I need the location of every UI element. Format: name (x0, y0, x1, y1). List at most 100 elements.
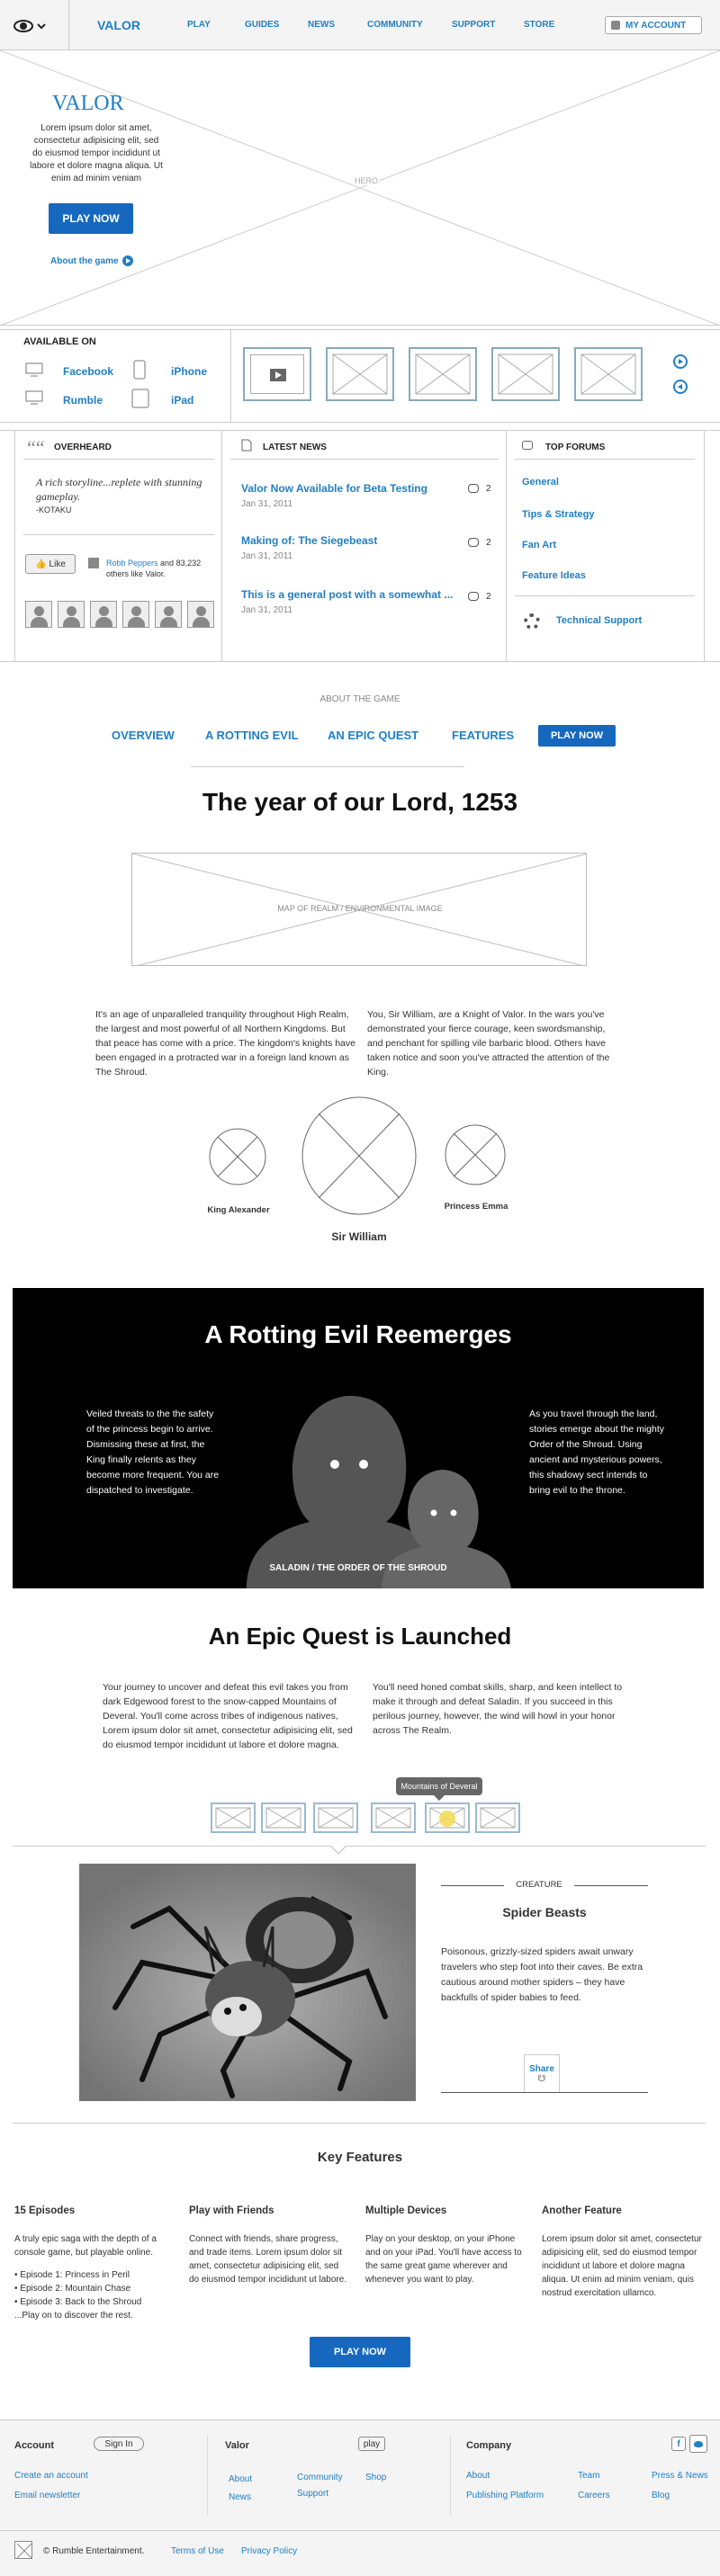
avatar[interactable] (187, 601, 214, 628)
character-name-william: Sir William (331, 1230, 387, 1243)
twitter-social-button[interactable] (689, 2435, 707, 2453)
news-title[interactable]: This is a general post with a somewhat .… (241, 588, 466, 601)
avatar[interactable] (58, 601, 85, 628)
footer-link-news[interactable]: News (229, 2492, 251, 2502)
feature-list-item: • Episode 3: Back to the Shroud (14, 2297, 142, 2307)
news-item[interactable]: Making of: The Siegebeast Jan 31, 2011 (241, 534, 493, 561)
like-count: Robb Peppers and 83,232 others like Valo… (106, 558, 214, 579)
news-item[interactable]: Valor Now Available for Beta Testing Jan… (241, 482, 493, 509)
friend-link[interactable]: Robb Peppers (106, 559, 158, 568)
tab-epic-quest[interactable]: AN EPIC QUEST (328, 729, 418, 742)
community-panels: ““ OVERHEARD A rich storyline...replete … (0, 423, 720, 662)
privacy-link[interactable]: Privacy Policy (241, 2546, 297, 2556)
nav-store[interactable]: STORE (524, 20, 554, 30)
avatar[interactable] (122, 601, 149, 628)
sign-in-button[interactable]: Sign In (94, 2437, 144, 2451)
news-title[interactable]: Valor Now Available for Beta Testing (241, 482, 493, 495)
media-thumbnail[interactable] (409, 347, 477, 401)
footer-link-support[interactable]: Support (297, 2489, 328, 2499)
footer-company-careers[interactable]: Careers (578, 2491, 610, 2500)
forum-link-fanart[interactable]: Fan Art (522, 540, 556, 550)
hand-cursor-icon (439, 1811, 455, 1827)
nav-news[interactable]: NEWS (308, 20, 335, 30)
share-button[interactable]: Share ☋ (524, 2054, 560, 2092)
feature-title: Play with Friends (189, 2205, 274, 2216)
nav-brand[interactable]: VALOR (97, 18, 140, 32)
tab-overview[interactable]: OVERVIEW (112, 729, 175, 742)
news-date: Jan 31, 2011 (241, 605, 293, 615)
nav-support[interactable]: SUPPORT (452, 20, 495, 30)
footer-company-about[interactable]: About (466, 2471, 490, 2481)
carousel-next-button[interactable] (673, 354, 688, 369)
footer-company-press[interactable]: Press & News (652, 2471, 708, 2481)
avatar[interactable] (155, 601, 182, 628)
avatar[interactable] (25, 601, 52, 628)
avatar[interactable] (90, 601, 117, 628)
platform-facebook[interactable]: Facebook (63, 365, 113, 378)
feature-text: Play on your desktop, on your iPhone and… (365, 2234, 522, 2285)
footer-link-shop[interactable]: Shop (365, 2473, 386, 2482)
play-badge[interactable]: play (358, 2437, 385, 2451)
features-title: Key Features (317, 2150, 403, 2165)
facebook-like-button[interactable]: 👍 Like (25, 554, 76, 574)
quest-text-2: You'll need honed combat skills, sharp, … (373, 1682, 623, 1736)
character-portrait-william (302, 1096, 417, 1215)
features-play-button[interactable]: PLAY NOW (310, 2337, 410, 2367)
platform-rumble[interactable]: Rumble (63, 394, 103, 407)
overheard-source: -KOTAKU (36, 505, 72, 514)
technical-support-link[interactable]: Technical Support (556, 615, 642, 626)
footer-valor-heading: Valor (225, 2440, 249, 2451)
platform-iphone[interactable]: iPhone (171, 365, 207, 378)
document-icon (241, 439, 252, 452)
hero-play-button[interactable]: PLAY NOW (49, 203, 133, 234)
tab-features[interactable]: FEATURES (452, 729, 514, 742)
forum-link-general[interactable]: General (522, 477, 559, 487)
available-on-section: AVAILABLE ON Facebook iPhone Rumble iPad (0, 326, 720, 423)
tablet-icon (131, 389, 149, 408)
evil-right-text: As you travel through the land, stories … (529, 1409, 664, 1496)
phone-icon (133, 360, 146, 380)
media-thumbnail[interactable] (574, 347, 643, 401)
footer-company-blog[interactable]: Blog (652, 2491, 670, 2500)
forum-link-ideas[interactable]: Feature Ideas (522, 570, 586, 581)
footer-link-about[interactable]: About (229, 2474, 252, 2484)
my-account-button[interactable]: MY ACCOUNT (605, 16, 702, 34)
forum-link-tips[interactable]: Tips & Strategy (522, 509, 595, 520)
location-thumbnail[interactable] (313, 1802, 358, 1833)
hero-title: VALOR (52, 92, 124, 115)
tab-rotting-evil[interactable]: A ROTTING EVIL (205, 729, 299, 742)
location-thumbnail-active[interactable] (425, 1802, 470, 1833)
video-thumbnail[interactable] (243, 347, 311, 401)
news-item[interactable]: This is a general post with a somewhat .… (241, 588, 466, 615)
news-title[interactable]: Making of: The Siegebeast (241, 534, 493, 547)
eye-logo-icon (14, 20, 46, 32)
comment-icon (468, 484, 479, 493)
location-thumbnail[interactable] (211, 1802, 256, 1833)
nav-community[interactable]: COMMUNITY (367, 20, 423, 30)
about-game-link[interactable]: About the game (50, 255, 133, 266)
create-account-link[interactable]: Create an account (14, 2471, 88, 2481)
share-icon: ☋ (537, 2073, 546, 2084)
platform-ipad[interactable]: iPad (171, 394, 194, 407)
location-thumbnail[interactable] (475, 1802, 520, 1833)
footer-company-team[interactable]: Team (578, 2471, 599, 2481)
creature-text: Poisonous, grizzly-sized spiders await u… (441, 1946, 644, 2003)
footer-company-publishing[interactable]: Publishing Platform (466, 2491, 544, 2500)
tab-play-now-button[interactable]: PLAY NOW (538, 725, 616, 747)
location-thumbnail[interactable] (261, 1802, 306, 1833)
media-thumbnail[interactable] (326, 347, 394, 401)
logo-menu[interactable] (13, 16, 49, 36)
friend-avatar-small (88, 558, 99, 568)
nav-play[interactable]: PLAY (187, 20, 211, 30)
character-portrait-emma (445, 1124, 506, 1185)
carousel-prev-button[interactable] (673, 380, 688, 394)
facebook-social-button[interactable]: f (671, 2437, 686, 2451)
footer-link-community[interactable]: Community (297, 2473, 343, 2482)
media-thumbnail[interactable] (491, 347, 560, 401)
chevron-left-icon (678, 384, 682, 389)
chevron-right-icon (679, 359, 683, 364)
location-thumbnail[interactable] (371, 1802, 416, 1833)
email-newsletter-link[interactable]: Email newsletter (14, 2491, 80, 2500)
terms-link[interactable]: Terms of Use (171, 2546, 224, 2556)
nav-guides[interactable]: GUIDES (245, 20, 279, 30)
